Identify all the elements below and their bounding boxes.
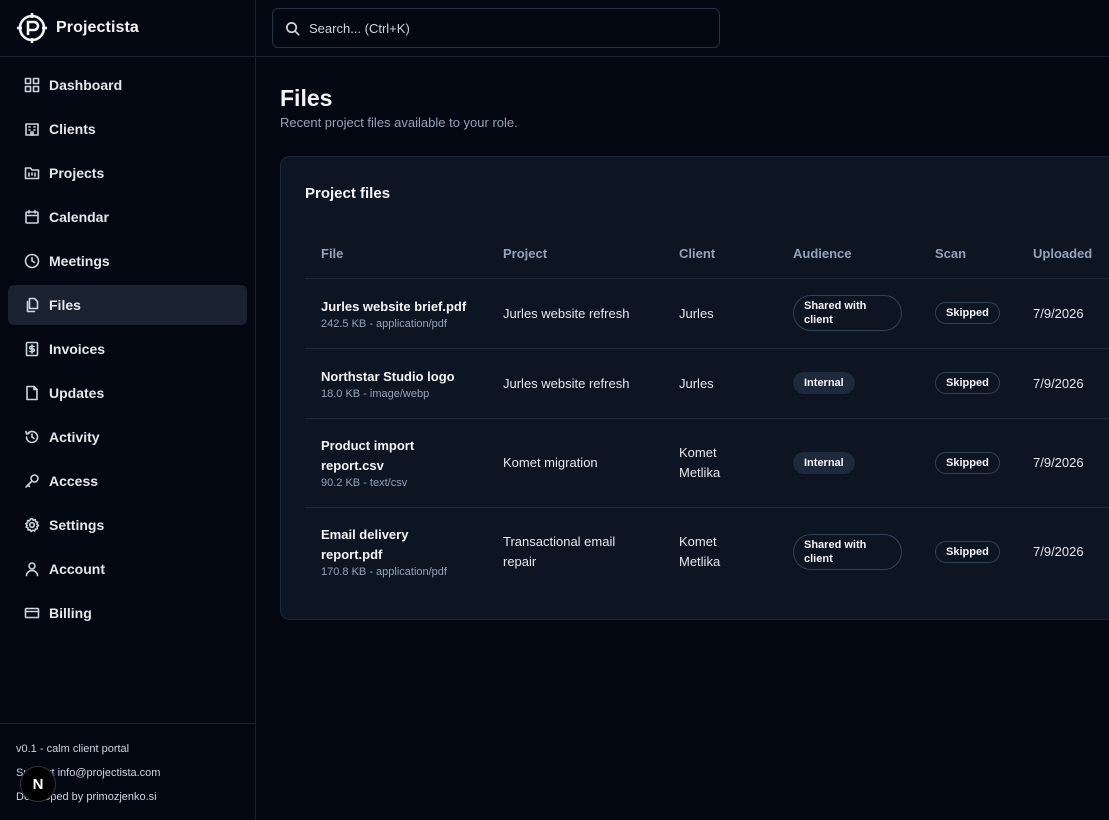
user-icon: [23, 560, 41, 578]
projectista-logo-icon: [16, 12, 48, 44]
topbar: [256, 0, 1109, 57]
file-icon: [23, 384, 41, 402]
column-header-uploaded: Uploaded: [1017, 229, 1109, 279]
column-header-audience: Audience: [777, 229, 919, 279]
n-badge[interactable]: N: [20, 766, 56, 802]
app-name: Projectista: [56, 19, 139, 36]
sidebar-item-label: Activity: [49, 429, 100, 445]
file-meta: 242.5 KB - application/pdf: [321, 317, 447, 330]
file-meta: 170.8 KB - application/pdf: [321, 566, 447, 579]
scan-badge: Skipped: [935, 540, 1000, 563]
scan-badge: Skipped: [935, 372, 1000, 394]
sidebar-item-label: Meetings: [49, 253, 110, 269]
sidebar-item-label: Updates: [49, 385, 105, 401]
sidebar-footer: v0.1 - calm client portal Support info@p…: [0, 723, 255, 820]
search-box[interactable]: [272, 8, 720, 48]
dollar-receipt-icon: [23, 340, 41, 358]
sidebar-item-invoices[interactable]: Invoices: [8, 329, 247, 369]
file-name[interactable]: Northstar Studio logo: [321, 367, 471, 387]
sidebar-item-label: Account: [49, 561, 105, 577]
page-subtitle: Recent project files available to your r…: [280, 115, 518, 130]
table-row[interactable]: Jurles website brief.pdf 242.5 KB - appl…: [305, 278, 1109, 349]
sidebar-item-meetings[interactable]: Meetings: [8, 241, 247, 281]
uploaded-cell: 7/9/2026: [1017, 348, 1109, 419]
sidebar-item-dashboard[interactable]: Dashboard: [8, 65, 247, 105]
sidebar-item-label: Projects: [49, 165, 105, 181]
file-name[interactable]: Jurles website brief.pdf: [321, 297, 471, 317]
column-header-scan: Scan: [919, 229, 1017, 279]
credit-card-icon: [23, 604, 41, 622]
sidebar-item-label: Access: [49, 473, 99, 489]
version-text: v0.1 - calm client portal: [16, 743, 130, 755]
column-header-project: Project: [487, 229, 663, 279]
table-row[interactable]: Northstar Studio logo 18.0 KB - image/we…: [305, 348, 1109, 419]
card-title: Project files: [305, 185, 391, 202]
audience-badge: Internal: [793, 372, 855, 394]
scan-badge: Skipped: [935, 451, 1000, 474]
brand[interactable]: Projectista: [0, 0, 255, 57]
sidebar-item-settings[interactable]: Settings: [8, 505, 247, 545]
search-input[interactable]: [309, 20, 709, 36]
history-icon: [23, 428, 41, 446]
grid-icon: [23, 76, 41, 94]
column-header-client: Client: [663, 229, 777, 279]
client-cell: Jurles: [663, 278, 777, 349]
sidebar-item-label: Clients: [49, 121, 96, 137]
sidebar-item-account[interactable]: Account: [8, 549, 247, 589]
files-icon: [23, 296, 41, 314]
gear-icon: [23, 516, 41, 534]
sidebar-item-billing[interactable]: Billing: [8, 593, 247, 633]
uploaded-cell: 7/9/2026: [1017, 418, 1109, 508]
uploaded-cell: 7/9/2026: [1017, 278, 1109, 349]
sidebar-item-clients[interactable]: Clients: [8, 109, 247, 149]
table-row[interactable]: Product import report.csv 90.2 KB - text…: [305, 418, 1109, 508]
sidebar-item-calendar[interactable]: Calendar: [8, 197, 247, 237]
sidebar-item-label: Settings: [49, 517, 105, 533]
sidebar-item-label: Dashboard: [49, 77, 123, 93]
clock-icon: [23, 252, 41, 270]
sidebar-item-label: Calendar: [49, 209, 109, 225]
file-name[interactable]: Product import report.csv: [321, 436, 471, 476]
sidebar-item-files[interactable]: Files: [8, 285, 247, 325]
client-cell: Jurles: [663, 348, 777, 419]
audience-badge: Shared with client: [793, 533, 902, 570]
search-icon: [286, 21, 300, 35]
client-cell: Komet Metlika: [679, 533, 721, 569]
sidebar-item-updates[interactable]: Updates: [8, 373, 247, 413]
table-row[interactable]: Email delivery report.pdf 170.8 KB - app…: [305, 507, 1109, 596]
key-icon: [23, 472, 41, 490]
project-cell: Jurles website refresh: [487, 348, 663, 419]
page-title: Files: [280, 85, 333, 111]
sidebar: Projectista Dashboard Clients Projects C…: [0, 0, 256, 820]
audience-badge: Shared with client: [793, 295, 902, 331]
sidebar-item-access[interactable]: Access: [8, 461, 247, 501]
sidebar-item-label: Invoices: [49, 341, 106, 357]
calendar-icon: [23, 208, 41, 226]
scan-badge: Skipped: [935, 302, 1000, 324]
main-content: Files Recent project files available to …: [256, 57, 1109, 820]
building-icon: [23, 120, 41, 138]
column-header-file: File: [305, 229, 487, 279]
file-name[interactable]: Email delivery report.pdf: [321, 525, 471, 565]
table-header-row: File Project Client Audience Scan Upload…: [305, 229, 1109, 279]
files-table: File Project Client Audience Scan Upload…: [305, 229, 1109, 596]
app: Projectista Dashboard Clients Projects C…: [0, 0, 1109, 820]
file-meta: 90.2 KB - text/csv: [321, 477, 408, 489]
project-cell: Jurles website refresh: [487, 278, 663, 349]
sidebar-item-label: Files: [49, 297, 81, 313]
file-meta: 18.0 KB - image/webp: [321, 387, 430, 400]
uploaded-cell: 7/9/2026: [1033, 544, 1084, 560]
sidebar-nav: Dashboard Clients Projects Calendar Meet…: [0, 57, 255, 633]
folder-kanban-icon: [23, 164, 41, 182]
client-cell: Komet Metlika: [663, 418, 777, 508]
sidebar-item-activity[interactable]: Activity: [8, 417, 247, 457]
sidebar-item-projects[interactable]: Projects: [8, 153, 247, 193]
sidebar-item-label: Billing: [49, 605, 92, 621]
audience-badge: Internal: [793, 451, 855, 474]
project-files-card: Project files File Project Client Audien…: [280, 156, 1109, 620]
project-cell: Transactional email repair: [503, 533, 616, 569]
project-cell: Komet migration: [487, 418, 663, 508]
